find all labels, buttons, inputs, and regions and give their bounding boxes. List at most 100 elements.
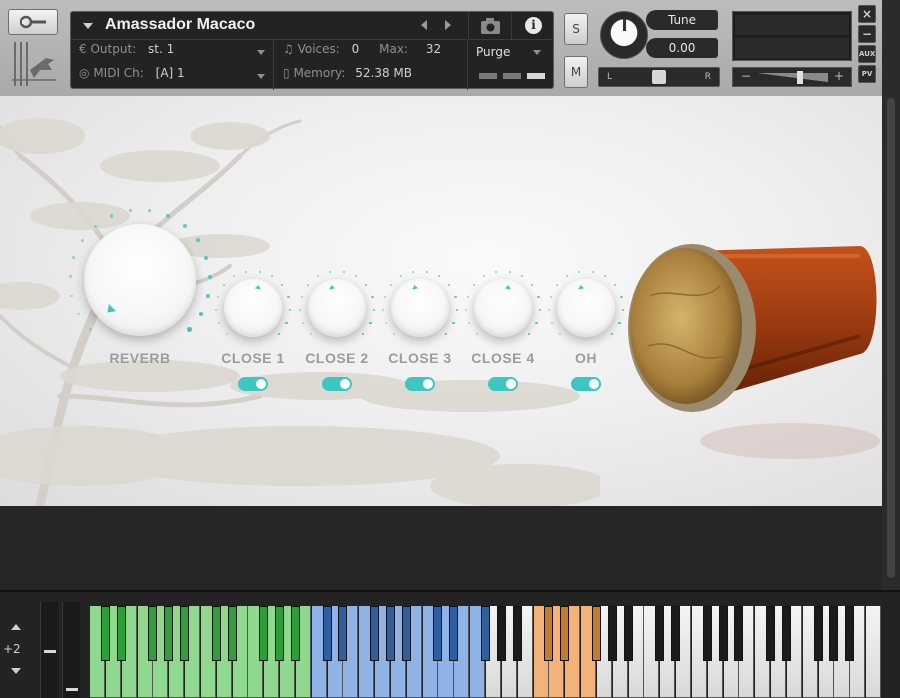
close-4-knob[interactable] <box>474 279 532 337</box>
mute-button[interactable]: M <box>564 56 588 88</box>
black-key[interactable] <box>322 606 332 661</box>
black-key[interactable] <box>338 606 348 661</box>
black-key[interactable] <box>148 606 158 661</box>
collapse-arrow-icon[interactable] <box>83 23 93 29</box>
close-button[interactable]: × <box>858 5 876 23</box>
drum-image-icon <box>628 244 880 459</box>
close-1-scale-dot <box>222 284 225 287</box>
octave-down-icon[interactable] <box>11 668 21 674</box>
reverb-knob[interactable] <box>84 224 196 336</box>
close-3-knob[interactable] <box>391 279 449 337</box>
close-1-knob[interactable] <box>224 279 282 337</box>
oh-scale-dot <box>610 332 614 336</box>
close-2-scale-dot <box>342 270 345 273</box>
black-key[interactable] <box>259 606 269 661</box>
pan-slider[interactable]: L R <box>598 67 720 87</box>
midi-channel-selector[interactable]: ◎ MIDI Ch: [A] 1 <box>79 66 269 88</box>
black-key[interactable] <box>100 606 110 661</box>
tune-value[interactable]: 0.00 <box>646 38 718 58</box>
info-button[interactable]: i <box>511 12 554 40</box>
black-key[interactable] <box>275 606 285 661</box>
black-key[interactable] <box>671 606 681 661</box>
black-key[interactable] <box>591 606 601 661</box>
next-instrument-icon[interactable] <box>445 20 451 30</box>
black-key[interactable] <box>560 606 570 661</box>
close-3-toggle[interactable] <box>405 377 435 391</box>
close-4-scale-dot <box>476 333 478 335</box>
black-key[interactable] <box>734 606 744 661</box>
volume-slider[interactable]: − + <box>732 67 852 87</box>
black-key[interactable] <box>370 606 380 661</box>
close-2-scale-dot <box>310 333 312 335</box>
reverb-scale-dot <box>207 274 212 279</box>
piano-keyboard[interactable] <box>90 606 882 698</box>
black-key[interactable] <box>180 606 190 661</box>
black-key[interactable] <box>607 606 617 661</box>
minimize-button[interactable]: − <box>858 25 876 43</box>
close-1-toggle[interactable] <box>238 377 268 391</box>
close-2-scale-dot <box>299 309 301 312</box>
instrument-name[interactable]: Amassador Macaco <box>105 16 255 34</box>
black-key[interactable] <box>702 606 712 661</box>
black-key[interactable] <box>116 606 126 661</box>
aux-button[interactable]: AUX <box>858 45 876 63</box>
pan-handle[interactable] <box>652 70 666 84</box>
black-key[interactable] <box>718 606 728 661</box>
wrench-button[interactable] <box>8 9 58 35</box>
right-scrollbar-track[interactable] <box>882 0 900 590</box>
black-key[interactable] <box>813 606 823 661</box>
black-key[interactable] <box>655 606 665 661</box>
black-key[interactable] <box>623 606 633 661</box>
mod-wheel[interactable] <box>62 602 80 698</box>
voices-label: Voices: <box>297 42 340 56</box>
black-key[interactable] <box>481 606 490 661</box>
solo-button[interactable]: S <box>564 13 588 45</box>
pitch-bend-wheel[interactable] <box>40 602 58 698</box>
previous-instrument-icon[interactable] <box>421 20 427 30</box>
black-key[interactable] <box>766 606 776 661</box>
black-key[interactable] <box>449 606 459 661</box>
black-key[interactable] <box>433 606 443 661</box>
oh-toggle[interactable] <box>571 377 601 391</box>
max-label: Max: <box>379 42 408 56</box>
close-1-scale-dot <box>226 333 228 335</box>
snapshot-button[interactable] <box>468 12 511 40</box>
close-3-scale-dot <box>425 270 428 273</box>
volume-handle[interactable] <box>797 71 803 84</box>
black-key[interactable] <box>211 606 221 661</box>
black-key[interactable] <box>781 606 791 661</box>
output-dropdown-icon <box>257 50 265 55</box>
close-2-toggle[interactable] <box>322 377 352 391</box>
black-key[interactable] <box>829 606 839 661</box>
tune-knob[interactable] <box>600 11 648 59</box>
white-key[interactable] <box>866 606 882 698</box>
reverb-scale-dot <box>80 238 84 243</box>
close-1-scale-dot <box>216 296 219 298</box>
info-icon: i <box>525 17 542 34</box>
pv-button[interactable]: PV <box>858 65 876 83</box>
scrollbar-thumb[interactable] <box>887 98 895 578</box>
black-key[interactable] <box>290 606 300 661</box>
black-key[interactable] <box>496 606 506 661</box>
close-2-knob[interactable] <box>308 279 366 337</box>
close-4-toggle[interactable] <box>488 377 518 391</box>
black-key[interactable] <box>544 606 554 661</box>
black-key[interactable] <box>512 606 522 661</box>
black-key[interactable] <box>164 606 174 661</box>
midi-label: MIDI Ch: <box>93 66 144 80</box>
oh-knob[interactable] <box>557 279 615 337</box>
oh-scale-dot <box>555 284 558 287</box>
output-selector[interactable]: € Output: st. 1 <box>79 42 269 64</box>
octave-up-icon[interactable] <box>11 624 21 630</box>
close-3-scale-dot <box>393 333 395 335</box>
close-4-scale-dot <box>465 309 467 312</box>
black-key[interactable] <box>845 606 855 661</box>
black-key[interactable] <box>227 606 237 661</box>
max-value[interactable]: 32 <box>426 42 441 56</box>
black-key[interactable] <box>385 606 395 661</box>
purge-dropdown[interactable]: Purge <box>476 45 510 59</box>
bird-logo-icon <box>12 42 56 86</box>
black-key[interactable] <box>401 606 411 661</box>
memory-value: 52.38 MB <box>355 66 413 80</box>
memory-label: Memory: <box>293 66 346 80</box>
